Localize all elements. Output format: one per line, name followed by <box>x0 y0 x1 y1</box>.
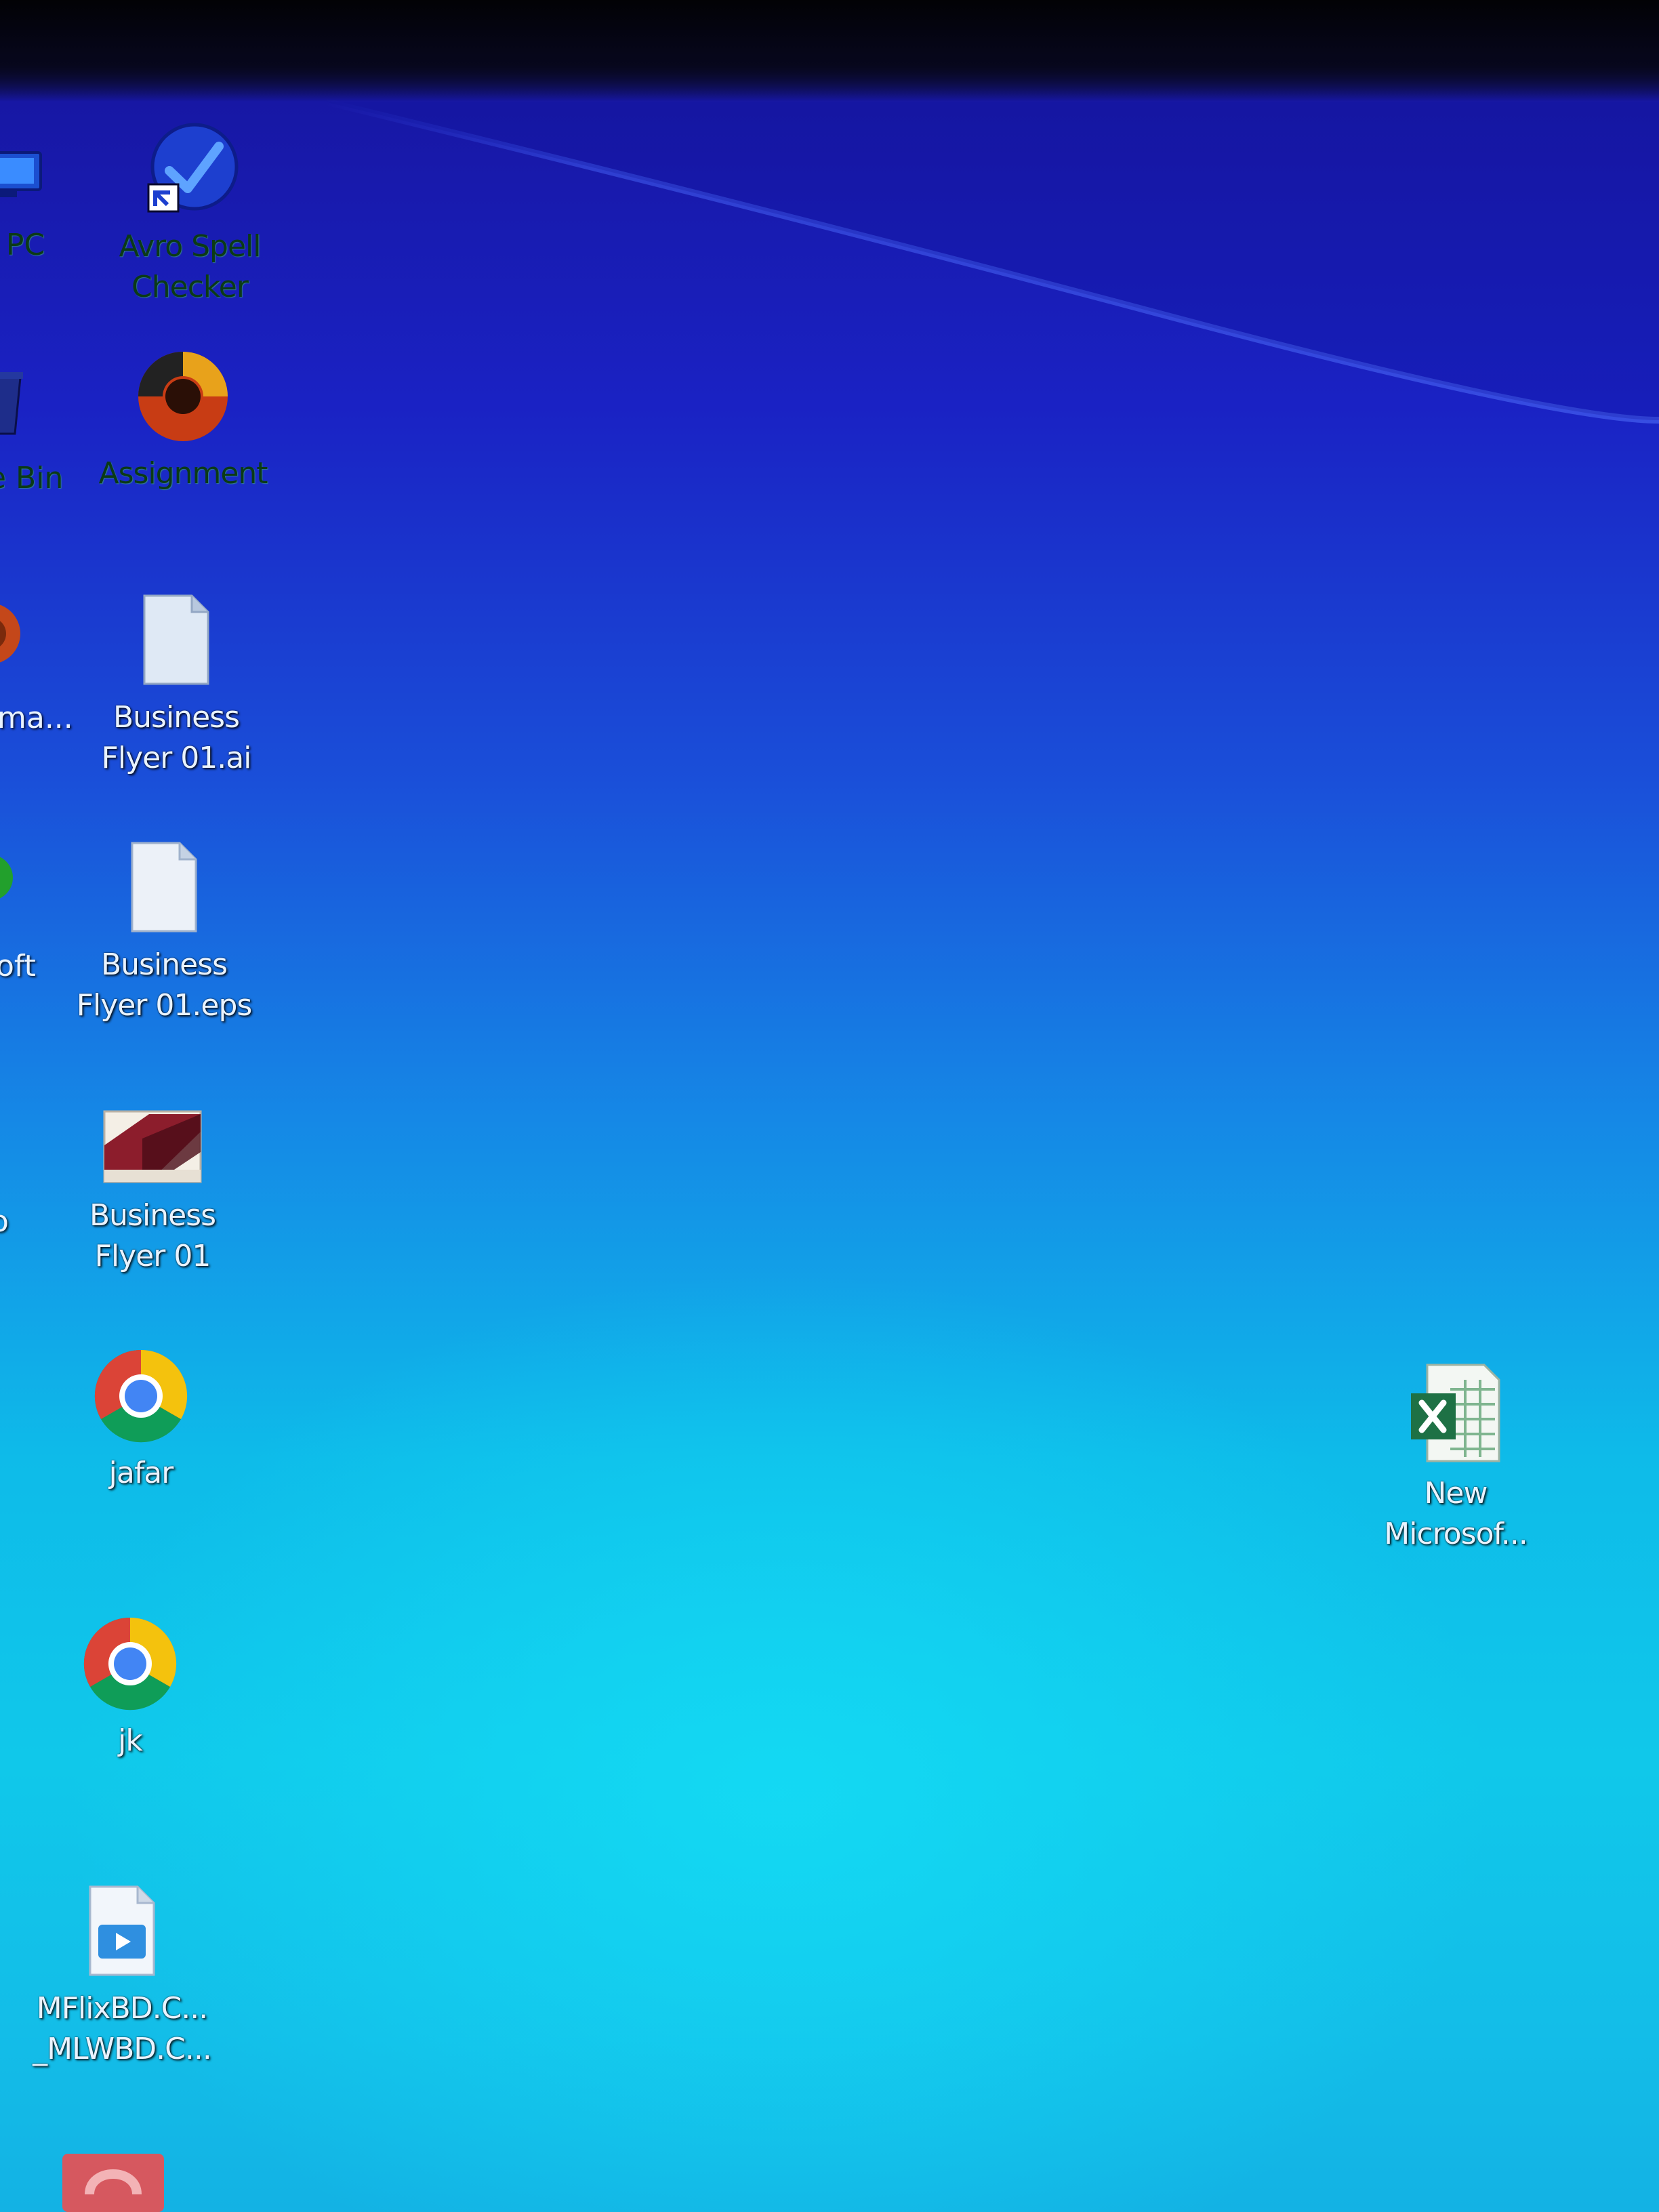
app-shortcut-icon <box>81 349 285 447</box>
this-pc-label: s PC <box>0 228 45 262</box>
desktop-icon-business-flyer-ai[interactable]: Business Flyer 01.ai <box>75 593 278 779</box>
new-microsoft-excel-label: New Microsof... <box>1384 1476 1528 1551</box>
desktop-icon-mflixbd[interactable]: MFlixBD.C... _MLWBD.C... <box>20 1884 224 2070</box>
video-file-icon <box>20 1884 224 1982</box>
excel-icon <box>1354 1362 1557 1467</box>
desktop-icon-assignment[interactable]: Assignment <box>81 349 285 494</box>
app-icon[interactable] <box>0 596 20 671</box>
recycle-bin-icon[interactable] <box>0 369 27 437</box>
desktop-icon-new-microsoft-excel[interactable]: New Microsof... <box>1354 1362 1557 1555</box>
jk-label: jk <box>118 1723 143 1758</box>
partial-app-label: ma... <box>0 701 73 735</box>
file-icon <box>62 840 266 938</box>
business-flyer-eps-label: Business Flyer 01.eps <box>76 947 253 1023</box>
partial-app-label: o <box>0 1202 9 1242</box>
spell-checker-icon <box>88 122 291 220</box>
file-icon <box>75 593 278 691</box>
chrome-icon <box>39 1349 243 1446</box>
chrome-icon <box>28 1616 232 1714</box>
desktop-icon-avro-spell-checker[interactable]: Avro Spell Checker <box>88 122 291 308</box>
folder-icon <box>51 1105 254 1189</box>
app-icon[interactable] <box>62 2154 164 2212</box>
partial-app-label: oft <box>0 949 36 983</box>
app-icon[interactable] <box>0 851 14 905</box>
avro-spell-checker-label: Avro Spell Checker <box>119 229 262 304</box>
screen-bezel <box>0 0 1659 102</box>
this-pc-icon[interactable] <box>0 146 47 207</box>
desktop-background[interactable]: s PC e Bin ma... oft o Avro Spell <box>0 0 1659 2212</box>
jafar-label: jafar <box>108 1456 174 1490</box>
desktop-icon-jk[interactable]: jk <box>28 1616 232 1761</box>
desktop-icon-business-flyer-folder[interactable]: Business Flyer 01 <box>51 1105 254 1277</box>
business-flyer-ai-label: Business Flyer 01.ai <box>101 700 252 775</box>
business-flyer-folder-label: Business Flyer 01 <box>89 1198 216 1273</box>
mflixbd-label: MFlixBD.C... _MLWBD.C... <box>33 1991 212 2066</box>
recycle-bin-label: e Bin <box>0 461 64 495</box>
desktop-icon-business-flyer-eps[interactable]: Business Flyer 01.eps <box>62 840 266 1026</box>
assignment-label: Assignment <box>98 456 268 491</box>
desktop-icon-jafar[interactable]: jafar <box>39 1349 243 1494</box>
